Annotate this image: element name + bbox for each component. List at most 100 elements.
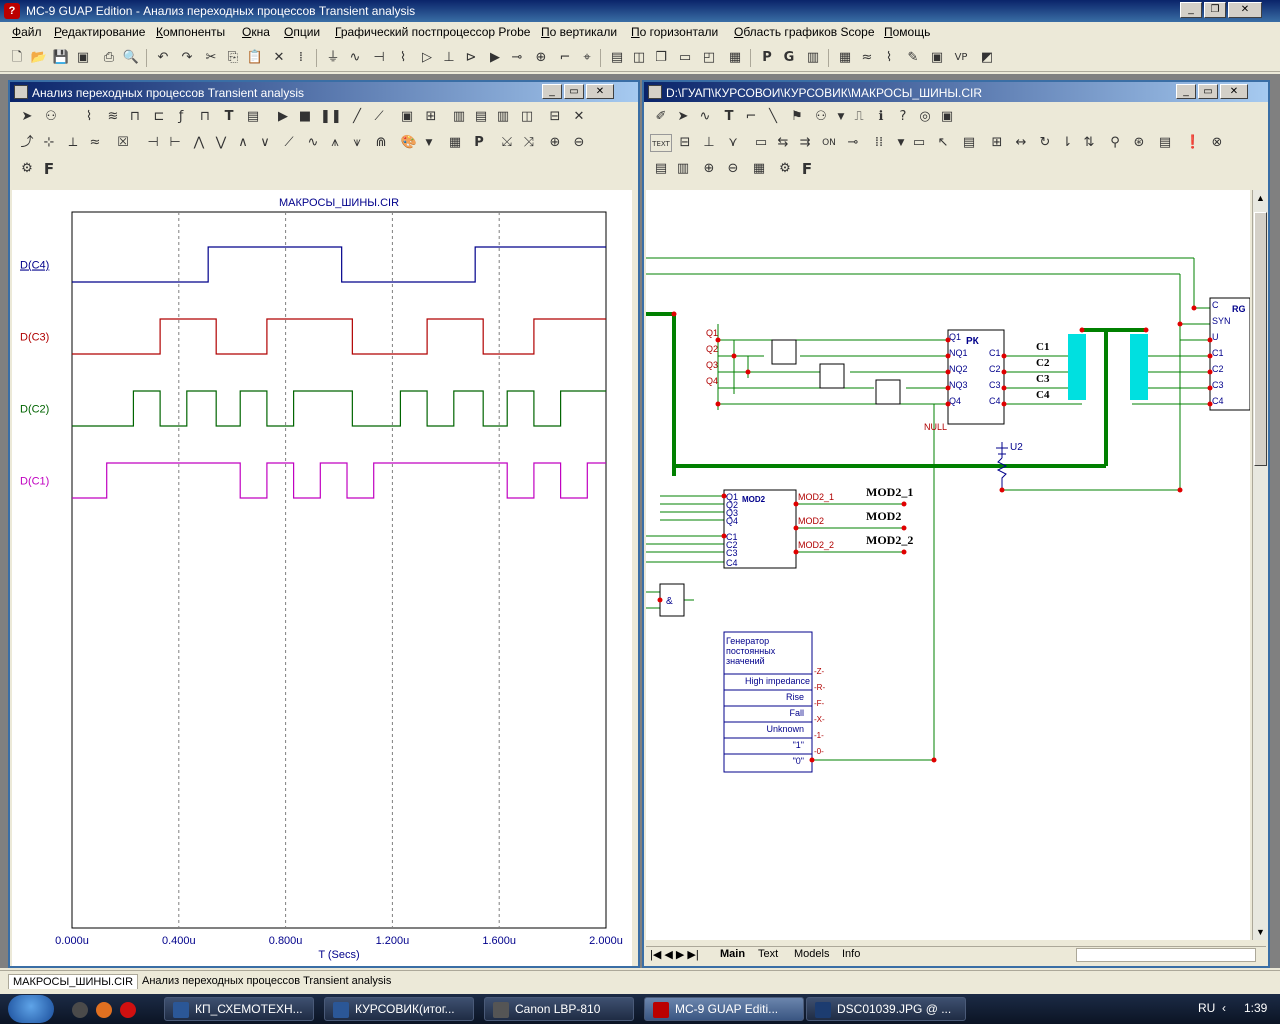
chart-icon[interactable]: ◩ [978, 49, 996, 67]
probe-point-icon[interactable]: ⌖ [578, 49, 596, 67]
menu-vertical[interactable]: По вертикали [541, 25, 617, 39]
ground-icon[interactable]: ⏚ [324, 49, 342, 67]
resistor-icon[interactable]: ∿ [346, 49, 364, 67]
menu-scope[interactable]: Область графиков Scope [734, 25, 875, 39]
grid-toggle-icon[interactable]: ⊞ [422, 108, 440, 126]
tray-arrow-icon[interactable]: ‹ [1222, 1001, 1226, 1015]
binoculars-icon[interactable]: ⊛ [1130, 134, 1148, 152]
zoom-in-icon[interactable]: ⊕ [546, 134, 564, 152]
start-button[interactable] [8, 995, 54, 1023]
p-label-icon[interactable]: P [470, 134, 488, 152]
table-icon[interactable]: ▥ [804, 49, 822, 67]
p-button-icon[interactable]: P [758, 49, 776, 67]
print-icon[interactable]: ⎙ [100, 49, 118, 67]
plot-maximize-button[interactable]: ▭ [564, 84, 584, 99]
peak-icon[interactable]: ⋀ [190, 134, 208, 152]
menu-options[interactable]: Опции [284, 25, 320, 39]
component-icon[interactable]: ⚇ [42, 108, 60, 126]
close-button[interactable]: ✕ [1228, 2, 1262, 18]
transistor-icon[interactable]: ⊳ [462, 49, 480, 67]
wand-icon[interactable]: ✐ [652, 108, 670, 126]
slope-icon[interactable]: ⟋ [280, 134, 298, 152]
menu-edit[interactable]: Редактирование [54, 25, 145, 39]
table-view-icon[interactable]: ◫ [518, 108, 536, 126]
rotate-icon[interactable]: ↻ [1036, 134, 1054, 152]
restore-button[interactable]: ❐ [1204, 2, 1226, 18]
grid-dropdown-icon[interactable]: ▼ [892, 134, 910, 152]
plot-window[interactable]: Анализ переходных процессов Transient an… [8, 80, 640, 968]
cursor-peak-icon[interactable]: ⊹ [40, 134, 58, 152]
bars-icon[interactable]: ▥ [450, 108, 468, 126]
marker-icon[interactable]: ⎍ [850, 108, 868, 126]
scroll-up-arrow[interactable]: ▲ [1254, 190, 1267, 206]
tile-vertical-icon[interactable]: ◫ [630, 49, 648, 67]
chip-icon[interactable]: ▣ [938, 108, 956, 126]
high-icon[interactable]: ∧ [234, 134, 252, 152]
doc-tab-schematic[interactable]: МАКРОСЫ_ШИНЫ.CIR [8, 974, 139, 989]
top-icon[interactable]: ⋒ [372, 134, 390, 152]
new-file-icon[interactable]: 🗋 [8, 49, 26, 67]
task-mc9[interactable]: MC-9 GUAP Editi... [644, 997, 804, 1021]
schem-zoom-out-icon[interactable]: ⊖ [724, 160, 742, 178]
current-icon[interactable]: ⇆ [774, 134, 792, 152]
task-word-2[interactable]: КУРСОВИК(итог... [324, 997, 474, 1021]
minimize-button[interactable]: _ [1180, 2, 1202, 18]
plot-window-titlebar[interactable]: Анализ переходных процессов Transient an… [10, 82, 638, 102]
horizontal-scrollbar[interactable] [1076, 948, 1256, 962]
warning-icon[interactable]: ❗ [1184, 134, 1202, 152]
select-arrow-icon[interactable]: ➤ [18, 108, 36, 126]
schem-select-icon[interactable]: ➤ [674, 108, 692, 126]
globe-icon[interactable]: ◎ [916, 108, 934, 126]
menu-probe[interactable]: Графический постпроцессор Probe [335, 25, 530, 39]
zoom-out-icon[interactable]: ⊖ [570, 134, 588, 152]
schematic-drawing[interactable]: РК Q1 NQ1 NQ2 NQ3 Q4 C1 C2 C3 C4 NULL Q1… [646, 190, 1251, 940]
camera-icon[interactable]: ▦ [750, 160, 768, 178]
dash-icon[interactable]: ⊸ [844, 134, 862, 152]
cursor-wave-icon[interactable]: ≈ [86, 134, 104, 152]
delete-icon[interactable]: ✕ [270, 49, 288, 67]
probe-table-icon[interactable]: ▤ [960, 134, 978, 152]
wire-icon[interactable]: ⌇ [80, 108, 98, 126]
bus-icon[interactable]: ≋ [104, 108, 122, 126]
plot-area[interactable]: 0.000u 0.400u 0.800u 1.200u 1.600u 2.000u T (S… [12, 190, 632, 966]
switch-icon[interactable]: ⊸ [508, 49, 526, 67]
schem-close-button[interactable]: ✕ [1220, 84, 1248, 99]
firefox-icon[interactable] [96, 1002, 112, 1018]
error-icon[interactable]: ⊗ [1208, 134, 1226, 152]
cursor-mode-icon[interactable]: ⤴ [18, 134, 36, 152]
power-icon[interactable]: ⇉ [796, 134, 814, 152]
schematic-window[interactable]: D:\ГУАП\КУРСОВОИ\КУРСОВИК\МАКРОСЫ_ШИНЫ.C… [642, 80, 1270, 968]
on-icon[interactable]: ON [820, 134, 838, 152]
inductor-icon[interactable]: ⌇ [394, 49, 412, 67]
rows-icon[interactable]: ▤ [472, 108, 490, 126]
schem-gear-icon[interactable]: ⚙ [776, 160, 794, 178]
paste-icon[interactable]: 📋 [246, 49, 264, 67]
opera-icon[interactable] [120, 1002, 136, 1018]
tab-text[interactable]: Text [758, 948, 778, 960]
mirror-v-icon[interactable]: ⇅ [1080, 134, 1098, 152]
run-icon[interactable]: ▶ [274, 108, 292, 126]
flag-icon[interactable]: ⚑ [788, 108, 806, 126]
tab-info[interactable]: Info [842, 948, 860, 960]
g-button-icon[interactable]: G [780, 49, 798, 67]
tile-horizontal-icon[interactable]: ▤ [608, 49, 626, 67]
calculator-icon[interactable]: ▦ [726, 49, 744, 67]
schem-info-icon[interactable]: ℹ [872, 108, 890, 126]
cursor-valley-icon[interactable]: ⟂ [64, 134, 82, 152]
y-scale-icon[interactable]: ⤨ [520, 134, 538, 152]
global-high-icon[interactable]: ⩚ [326, 134, 344, 152]
menu-file[interactable]: Файл [12, 25, 42, 39]
low-icon[interactable]: ∨ [256, 134, 274, 152]
wave-icon[interactable]: ≈ [858, 49, 876, 67]
clear-cursor-icon[interactable]: ☒ [114, 134, 132, 152]
split-icon[interactable]: ◰ [700, 49, 718, 67]
redo-icon[interactable]: ↷ [178, 49, 196, 67]
menu-components[interactable]: Компоненты [156, 25, 225, 39]
transient-chart[interactable]: 0.000u 0.400u 0.800u 1.200u 1.600u 2.000u T (S… [12, 190, 632, 966]
tab-models[interactable]: Models [794, 948, 829, 960]
group-icon[interactable]: ⊞ [988, 134, 1006, 152]
grid-dots-icon[interactable]: ⁞⁞ [870, 134, 888, 152]
copy-icon[interactable]: ⎘ [224, 49, 242, 67]
line-point-icon[interactable]: ⟋ [370, 108, 388, 126]
left-cursor-icon[interactable]: ⊣ [144, 134, 162, 152]
